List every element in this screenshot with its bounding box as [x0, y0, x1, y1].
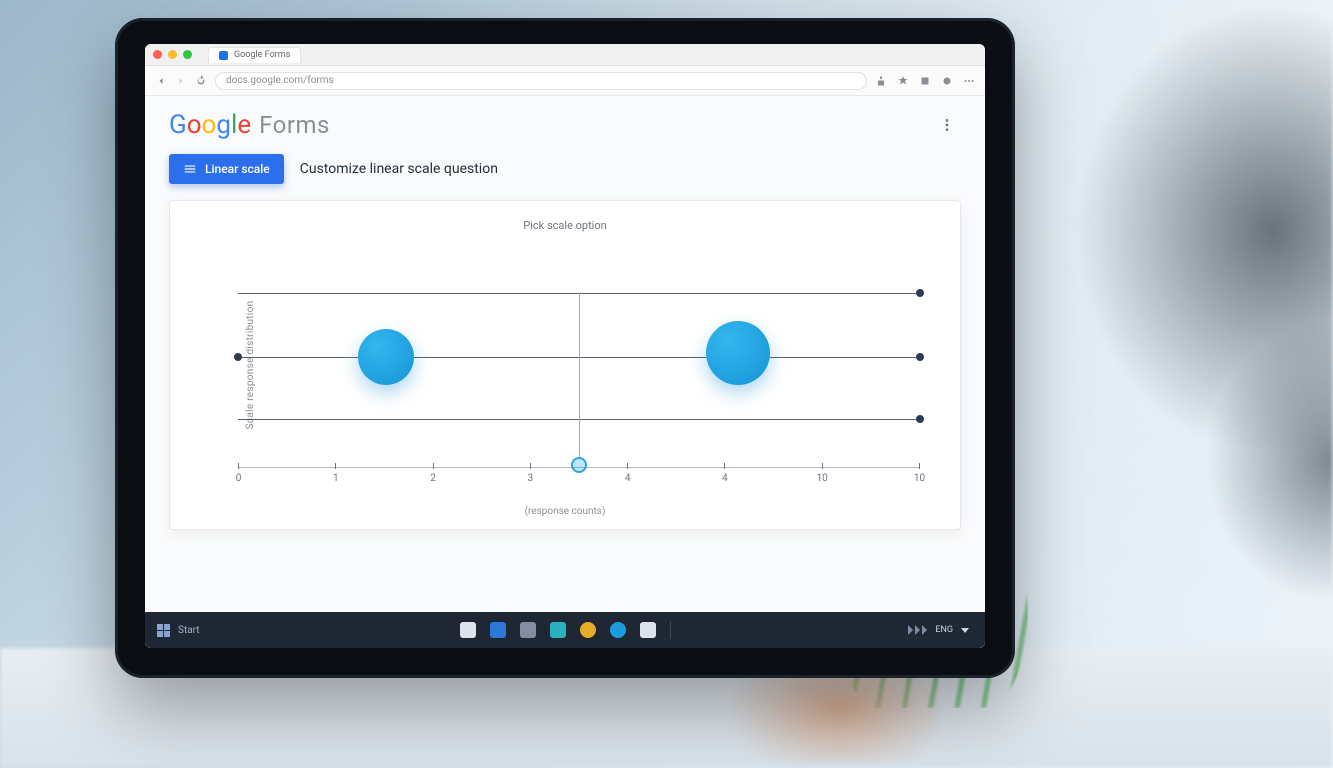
tick-label: 3 [528, 473, 534, 484]
logo-letter: G [169, 110, 187, 140]
logo-suffix: Forms [259, 111, 330, 139]
start-area[interactable]: Start [157, 624, 200, 637]
tick: 2 [433, 463, 434, 469]
tray-label: ENG [935, 625, 953, 635]
system-tray[interactable]: ENG [908, 625, 977, 635]
logo-letter: e [237, 110, 251, 140]
chart-plot [238, 259, 920, 459]
browser-tab[interactable]: Google Forms [208, 47, 301, 63]
axis-endpoint-icon [916, 353, 924, 361]
logo-letter: g [216, 110, 231, 140]
taskbar-app-icon[interactable] [550, 622, 566, 638]
tick-label: 1 [333, 473, 339, 484]
app-logo: Google Forms [169, 110, 330, 140]
logo-letter: o [202, 110, 217, 140]
zoom-icon[interactable] [183, 50, 192, 59]
scale-card: Pick scale option Scale response distrib… [169, 200, 961, 530]
taskbar-separator [670, 621, 671, 639]
tick-label: 0 [236, 473, 242, 484]
axis-endpoint-icon [234, 353, 242, 361]
taskbar-app-icon[interactable] [490, 622, 506, 638]
taskbar-app-icon[interactable] [520, 622, 536, 638]
x-axis-sublabel: (response counts) [525, 506, 606, 517]
tick-label: 4 [625, 473, 631, 484]
taskbar-app-icon[interactable] [640, 622, 656, 638]
tick: 4 [724, 463, 725, 469]
address-bar[interactable]: docs.google.com/forms [215, 72, 867, 90]
slider-track[interactable] [579, 293, 580, 465]
taskbar-app-icon[interactable] [460, 622, 476, 638]
tick: 0 [238, 463, 239, 469]
chevron-down-icon[interactable] [961, 628, 969, 633]
share-icon[interactable] [875, 75, 887, 87]
tab-title: Google Forms [234, 50, 290, 60]
tick: 10 [919, 463, 920, 469]
tick: 3 [530, 463, 531, 469]
star-icon[interactable] [897, 75, 909, 87]
profile-icon[interactable] [941, 75, 953, 87]
axis-endpoint-icon [916, 289, 924, 297]
taskbar[interactable]: Start ENG [145, 612, 985, 648]
start-icon [157, 624, 170, 637]
tab-favicon-icon [219, 51, 228, 60]
tick-label: 2 [430, 473, 436, 484]
extensions-icon[interactable] [919, 75, 931, 87]
logo-letter: o [187, 110, 202, 140]
minimize-icon[interactable] [168, 50, 177, 59]
page-main: Google Forms Linear scale Customize line… [145, 96, 985, 648]
tick-label: 10 [914, 473, 925, 484]
taskbar-app-icon[interactable] [610, 622, 626, 638]
address-bar-row: docs.google.com/forms [145, 66, 985, 96]
more-icon[interactable] [939, 117, 955, 133]
reload-icon[interactable] [195, 75, 207, 87]
x-ticks: 0 1 2 3 4 4 10 10 [238, 463, 920, 483]
toolbar: Linear scale Customize linear scale ques… [169, 154, 961, 184]
data-point-marker[interactable] [706, 321, 770, 385]
linear-scale-button[interactable]: Linear scale [169, 154, 284, 184]
window-controls[interactable] [153, 50, 192, 59]
window-titlebar: Google Forms [145, 44, 985, 66]
forward-icon[interactable] [175, 75, 187, 87]
monitor-bezel: Google Forms docs.google.com/forms [115, 18, 1015, 678]
screen: Google Forms docs.google.com/forms [145, 44, 985, 648]
axis-endpoint-icon [916, 415, 924, 423]
chart-title: Pick scale option [523, 219, 606, 232]
tick: 4 [627, 463, 628, 469]
overflow-icon[interactable] [963, 75, 975, 87]
tick-label: 10 [817, 473, 828, 484]
start-label: Start [178, 625, 200, 636]
tick: 10 [822, 463, 823, 469]
data-point-marker[interactable] [358, 329, 414, 385]
back-icon[interactable] [155, 75, 167, 87]
primary-button-label: Linear scale [205, 162, 270, 176]
section-heading: Customize linear scale question [300, 161, 498, 177]
address-text: docs.google.com/forms [226, 75, 334, 86]
menu-icon [183, 162, 197, 176]
tick: 1 [335, 463, 336, 469]
tray-chevrons-icon[interactable] [908, 625, 927, 635]
tick-label: 4 [722, 473, 728, 484]
taskbar-app-icon[interactable] [580, 622, 596, 638]
close-icon[interactable] [153, 50, 162, 59]
